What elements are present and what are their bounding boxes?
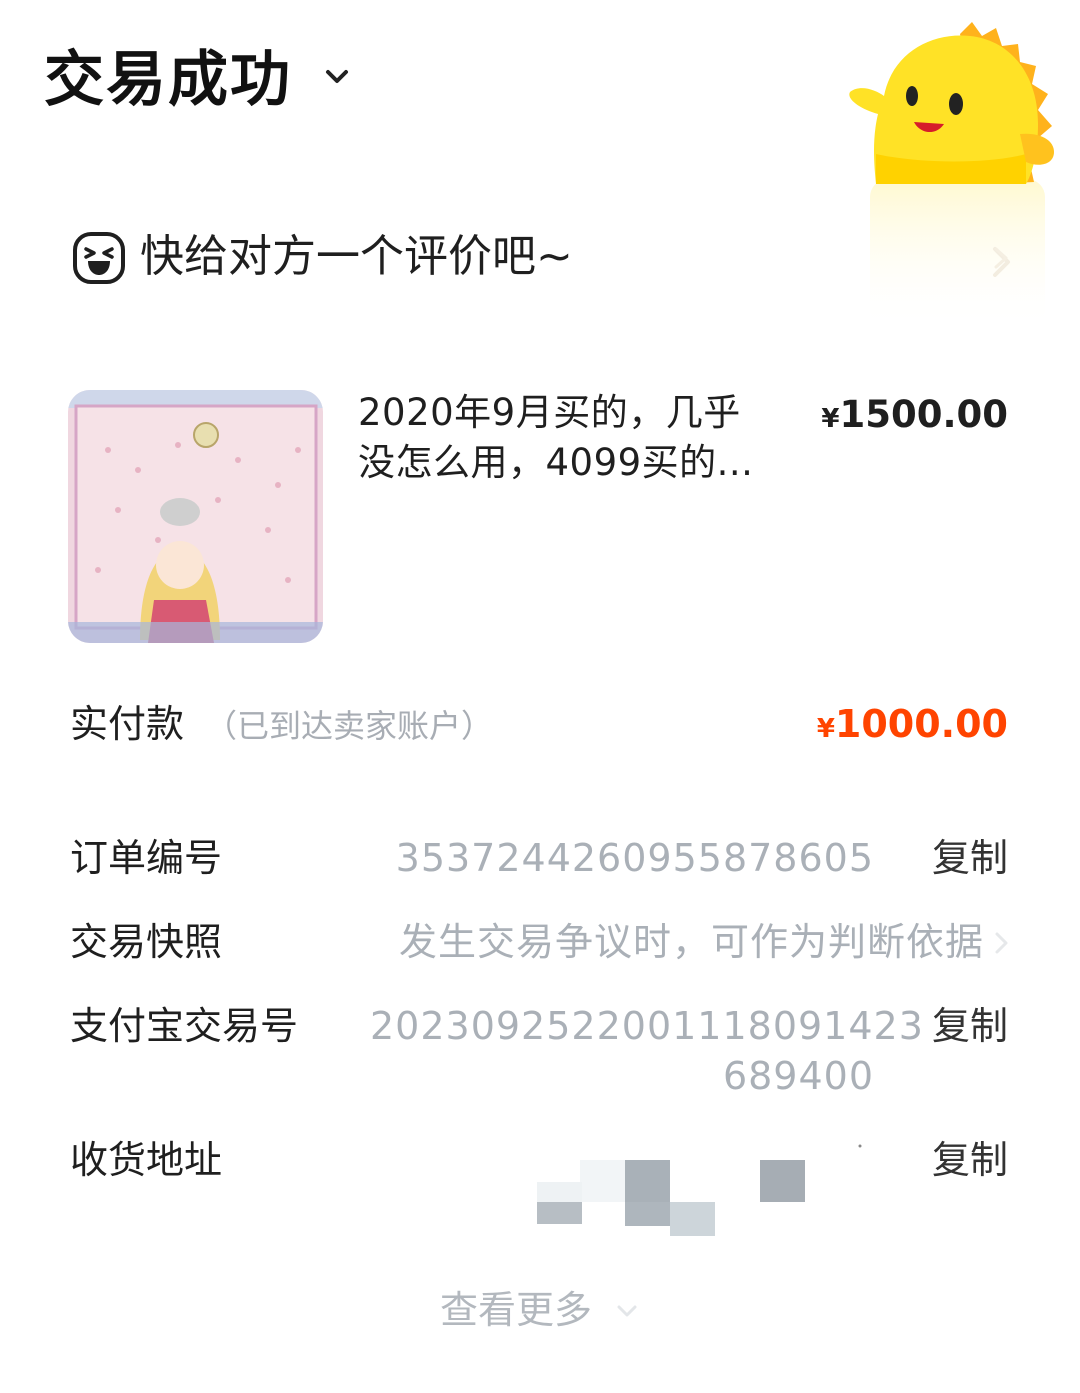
copy-order-number-button[interactable]: 复制 bbox=[928, 834, 1008, 882]
amount-value: 1000.00 bbox=[834, 702, 1008, 746]
address-blurred-value bbox=[537, 1144, 862, 1236]
chevron-down-icon[interactable] bbox=[322, 62, 352, 92]
product-price: ¥1500.00 bbox=[800, 392, 1008, 442]
review-prompt[interactable]: 快给对方一个评价吧~ bbox=[70, 215, 1030, 299]
paid-note: （已到达卖家账户） bbox=[205, 707, 494, 745]
page-title[interactable]: 交易成功 bbox=[44, 40, 292, 120]
copy-address-button[interactable]: 复制 bbox=[928, 1136, 1008, 1184]
snapshot-value[interactable]: 发生交易争议时，可作为判断依据 bbox=[370, 917, 984, 967]
alipay-trade-label: 支付宝交易号 bbox=[70, 1004, 299, 1048]
chevron-right-icon[interactable] bbox=[988, 243, 1016, 273]
snapshot-label: 交易快照 bbox=[70, 920, 223, 964]
price-value: 1500.00 bbox=[839, 393, 1008, 436]
review-prompt-text: 快给对方一个评价吧~ bbox=[140, 231, 573, 282]
order-number-label: 订单编号 bbox=[70, 836, 223, 880]
product-title[interactable]: 2020年9月买的，几乎 没怎么用，4099买的... bbox=[358, 388, 788, 488]
copy-alipay-trade-button[interactable]: 复制 bbox=[928, 1002, 1008, 1050]
paid-label: 实付款 bbox=[70, 702, 185, 746]
view-more-button[interactable]: 查看更多 bbox=[440, 1285, 592, 1335]
currency-symbol: ¥ bbox=[816, 714, 835, 744]
address-label: 收货地址 bbox=[70, 1138, 223, 1182]
paid-amount: ¥1000.00 bbox=[780, 700, 1008, 753]
currency-symbol: ¥ bbox=[821, 404, 840, 434]
alipay-trade-value-line1: 2023092522001118091423 bbox=[370, 1004, 924, 1048]
product-thumbnail[interactable] bbox=[68, 390, 323, 643]
chevron-down-icon[interactable] bbox=[612, 1296, 642, 1326]
laughing-face-icon bbox=[73, 232, 125, 284]
order-number-value: 3537244260955878605 bbox=[395, 836, 874, 880]
alipay-trade-value-line2: 689400 bbox=[722, 1054, 874, 1098]
product-title-line: 2020年9月买的，几乎 bbox=[358, 391, 741, 434]
product-title-line: 没怎么用，4099买的... bbox=[358, 441, 754, 484]
chevron-right-icon[interactable] bbox=[992, 930, 1012, 956]
